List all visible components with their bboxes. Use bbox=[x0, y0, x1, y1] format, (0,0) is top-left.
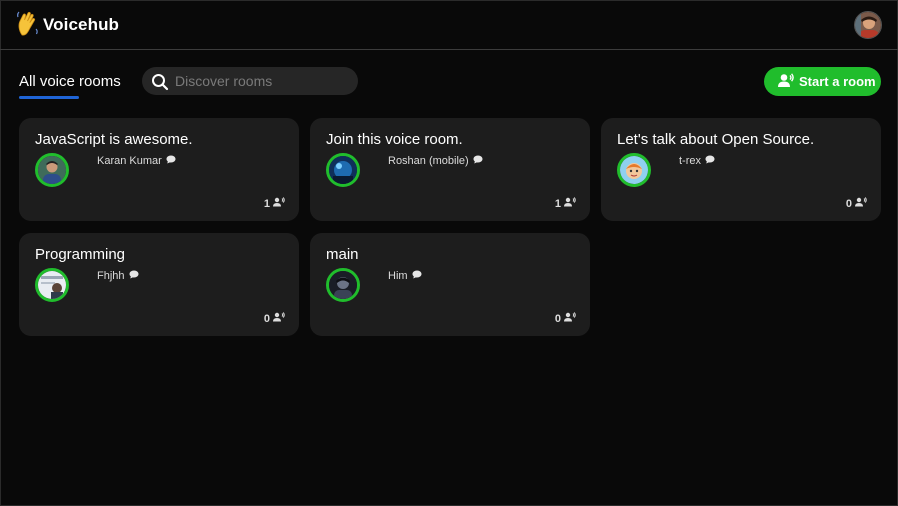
room-card[interactable]: Join this voice room. Roshan (mobile) 1 bbox=[310, 118, 590, 221]
chat-bubble-icon bbox=[166, 155, 176, 167]
search-icon bbox=[151, 73, 169, 96]
room-title: Join this voice room. bbox=[326, 131, 463, 148]
profile-avatar[interactable] bbox=[854, 11, 882, 39]
speaker-avatar bbox=[35, 153, 69, 187]
participant-count: 1 bbox=[555, 197, 576, 210]
speaker-name-text: Fhjhh bbox=[97, 270, 125, 282]
room-title: Programming bbox=[35, 246, 126, 263]
chat-bubble-icon bbox=[705, 155, 715, 167]
room-title: Let's talk about Open Source. bbox=[617, 131, 815, 148]
search-bar[interactable] bbox=[142, 67, 358, 95]
participant-count-value: 0 bbox=[263, 312, 270, 325]
room-card[interactable]: Let's talk about Open Source. t-rex 0 bbox=[601, 118, 881, 221]
search-input[interactable] bbox=[175, 67, 350, 95]
tab-all-voice-rooms[interactable]: All voice rooms bbox=[19, 73, 121, 90]
speaker-name-text: Karan Kumar bbox=[97, 155, 162, 167]
speaker-name: Roshan (mobile) bbox=[388, 155, 483, 167]
chat-bubble-icon bbox=[412, 270, 422, 282]
start-room-button[interactable]: Start a room bbox=[764, 67, 881, 96]
room-title: main bbox=[326, 246, 359, 263]
chat-bubble-icon bbox=[129, 270, 139, 282]
participant-count: 0 bbox=[264, 312, 285, 325]
speaker-avatar bbox=[617, 153, 651, 187]
speaker-avatar bbox=[35, 268, 69, 302]
speaker-name: Fhjhh bbox=[97, 270, 139, 282]
room-card[interactable]: main Him 0 bbox=[310, 233, 590, 336]
participant-count-value: 0 bbox=[845, 197, 852, 210]
participant-count: 0 bbox=[555, 312, 576, 325]
participant-count-value: 1 bbox=[554, 197, 561, 210]
participant-count: 0 bbox=[846, 197, 867, 210]
participants-icon bbox=[564, 197, 576, 210]
speaker-avatar bbox=[326, 268, 360, 302]
speaker-name: Him bbox=[388, 270, 422, 282]
start-room-label: Start a room bbox=[799, 74, 876, 89]
room-card[interactable]: Programming Fhjhh 0 bbox=[19, 233, 299, 336]
speaker-name-text: Roshan (mobile) bbox=[388, 155, 469, 167]
speaker-voice-icon bbox=[778, 73, 795, 91]
speaker-name-text: t-rex bbox=[679, 155, 701, 167]
speaker-avatar bbox=[326, 153, 360, 187]
speaker-name: t-rex bbox=[679, 155, 715, 167]
room-card[interactable]: JavaScript is awesome. Karan Kumar 1 bbox=[19, 118, 299, 221]
top-navbar: Voicehub bbox=[0, 0, 898, 50]
speaker-name-text: Him bbox=[388, 270, 408, 282]
participants-icon bbox=[855, 197, 867, 210]
participant-count: 1 bbox=[264, 197, 285, 210]
speaker-name: Karan Kumar bbox=[97, 155, 176, 167]
participant-count-value: 0 bbox=[554, 312, 561, 325]
active-tab-indicator bbox=[19, 96, 79, 99]
participants-icon bbox=[564, 312, 576, 325]
chat-bubble-icon bbox=[473, 155, 483, 167]
waving-hand-icon[interactable] bbox=[17, 11, 39, 37]
participant-count-value: 1 bbox=[263, 197, 270, 210]
participants-icon bbox=[273, 197, 285, 210]
app-title[interactable]: Voicehub bbox=[43, 15, 119, 35]
participants-icon bbox=[273, 312, 285, 325]
room-title: JavaScript is awesome. bbox=[35, 131, 193, 148]
